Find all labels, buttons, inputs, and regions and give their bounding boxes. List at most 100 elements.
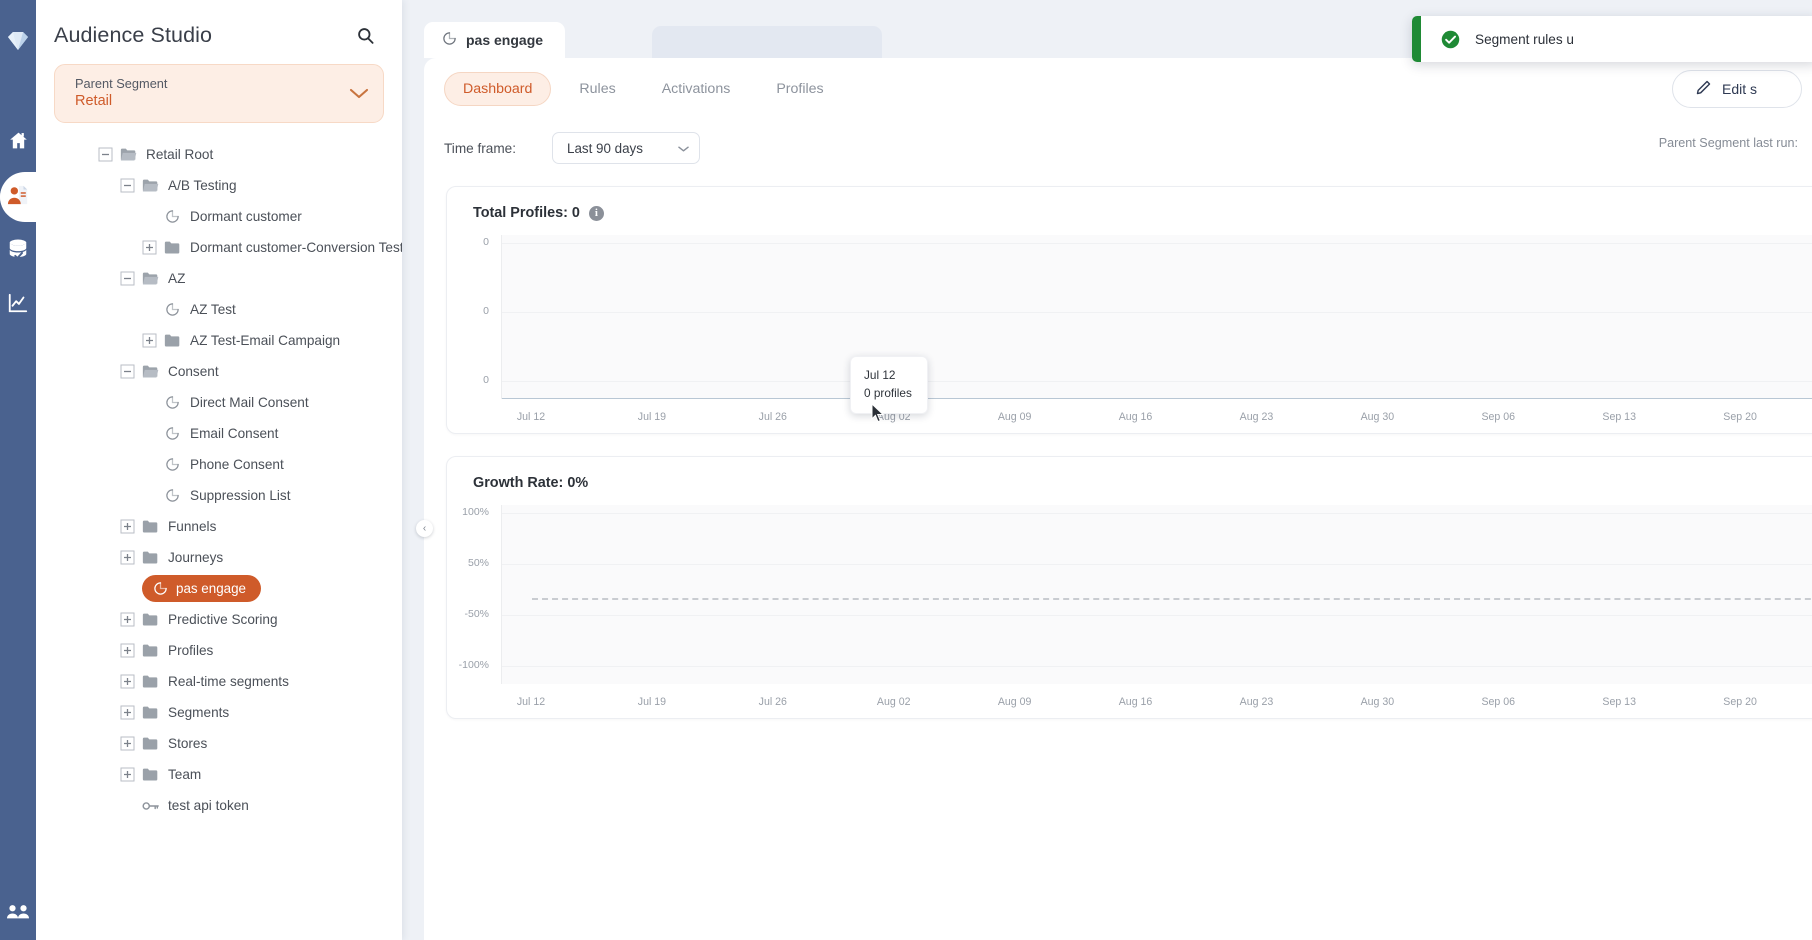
- rail-item-audience[interactable]: [0, 170, 42, 224]
- x-axis-tick: Aug 30: [1360, 411, 1395, 423]
- mouse-cursor: [871, 402, 885, 428]
- tree-item-label: Dormant customer: [190, 209, 302, 224]
- rail-item-analytics[interactable]: [0, 278, 36, 332]
- tree-item-journeys[interactable]: Journeys: [36, 542, 402, 573]
- segment-icon: [152, 580, 169, 597]
- folder-icon: [142, 611, 159, 628]
- tree-expand-icon[interactable]: [120, 674, 135, 689]
- x-axis-tick: Aug 23: [1239, 696, 1274, 708]
- grid-line: [502, 615, 1812, 616]
- time-frame-select[interactable]: Last 90 days: [552, 132, 701, 164]
- tree-item-label: Phone Consent: [190, 457, 284, 472]
- tree-collapse-icon[interactable]: [120, 364, 135, 379]
- parent-segment-last-run: Parent Segment last run:: [1658, 136, 1798, 150]
- tree-item-label: Profiles: [168, 643, 214, 658]
- document-tab-label: pas engage: [466, 32, 544, 48]
- total-profiles-title: Total Profiles: 0 i: [447, 205, 1812, 221]
- tree-expand-icon[interactable]: [120, 550, 135, 565]
- growth-rate-title: Growth Rate: 0%: [447, 475, 1812, 491]
- toast-notification[interactable]: Segment rules u: [1412, 16, 1812, 62]
- tree-item-az-test[interactable]: AZ Test: [36, 294, 402, 325]
- tree-collapse-icon[interactable]: [120, 178, 135, 193]
- segment-icon: [164, 208, 181, 225]
- tree-item-retail-root[interactable]: Retail Root: [36, 139, 402, 170]
- tree-expand-icon[interactable]: [120, 767, 135, 782]
- x-axis-tick: Jul 19: [637, 696, 667, 708]
- chart-plot-area: [501, 505, 1812, 684]
- home-icon: [8, 130, 29, 156]
- x-axis-tick: Aug 09: [997, 411, 1032, 423]
- tree-item-az[interactable]: AZ: [36, 263, 402, 294]
- tree-item-az-test-email-campaign[interactable]: AZ Test-Email Campaign: [36, 325, 402, 356]
- page-title: Audience Studio: [54, 22, 213, 47]
- tree-expand-icon[interactable]: [120, 519, 135, 534]
- dashboard-panel: Dashboard Rules Activations Profiles Edit s…: [416, 58, 1812, 940]
- rail-item-bottom[interactable]: [0, 886, 36, 940]
- selected-segment-pill[interactable]: pas engage: [142, 575, 261, 602]
- tree-expand-icon[interactable]: [120, 705, 135, 720]
- tree-item-phone-consent[interactable]: Phone Consent: [36, 449, 402, 480]
- rail-item-home[interactable]: [0, 116, 36, 170]
- tree-item-profiles[interactable]: Profiles: [36, 635, 402, 666]
- parent-segment-selector[interactable]: Parent Segment Retail: [54, 64, 384, 123]
- edit-segment-button[interactable]: Edit s: [1672, 70, 1802, 108]
- tree-item-predictive-scoring[interactable]: Predictive Scoring: [36, 604, 402, 635]
- tooltip-date: Jul 12: [864, 368, 896, 382]
- tree-item-dormant-customer-conversion-test[interactable]: Dormant customer-Conversion Test: [36, 232, 402, 263]
- tree-item-pas-engage[interactable]: pas engage: [36, 573, 402, 604]
- tree-item-funnels[interactable]: Funnels: [36, 511, 402, 542]
- tree-expand-icon[interactable]: [120, 643, 135, 658]
- total-profiles-card: Total Profiles: 0 i 0 0 0 Jul 12 Jul 19 Jul 2…: [446, 186, 1812, 434]
- app-logo[interactable]: [0, 14, 36, 72]
- x-axis-tick: Aug 16: [1118, 696, 1153, 708]
- tree-item-segments[interactable]: Segments: [36, 697, 402, 728]
- tree-item-label: A/B Testing: [168, 178, 237, 193]
- tree-item-team[interactable]: Team: [36, 759, 402, 790]
- tree-item-a-b-testing[interactable]: A/B Testing: [36, 170, 402, 201]
- total-profiles-chart[interactable]: 0 0 0 Jul 12 Jul 19 Jul 26 Aug 02 Aug 09 Aug 16 A…: [447, 235, 1812, 425]
- series-line: [502, 398, 1812, 399]
- tab-profiles[interactable]: Profiles: [758, 73, 841, 105]
- tree-expand-icon[interactable]: [142, 333, 157, 348]
- tree-expand-icon[interactable]: [120, 736, 135, 751]
- tree-item-label: pas engage: [176, 581, 246, 596]
- tree-item-real-time-segments[interactable]: Real-time segments: [36, 666, 402, 697]
- tree-item-test-api-token[interactable]: test api token: [36, 790, 402, 821]
- background-tab[interactable]: [652, 26, 882, 58]
- tree-collapse-icon[interactable]: [120, 271, 135, 286]
- growth-rate-chart[interactable]: 100% 50% -50% -100% Jul 12 Jul 19 Jul 26 Aug 02…: [447, 505, 1812, 710]
- tab-activations[interactable]: Activations: [644, 73, 749, 105]
- tree-item-dormant-customer[interactable]: Dormant customer: [36, 201, 402, 232]
- tab-rules[interactable]: Rules: [561, 73, 633, 105]
- sidebar-collapse-handle[interactable]: ‹: [416, 520, 433, 537]
- search-icon[interactable]: [352, 22, 378, 48]
- tree-expand-icon[interactable]: [120, 612, 135, 627]
- tab-dashboard[interactable]: Dashboard: [444, 72, 552, 106]
- tree-item-label: test api token: [168, 798, 249, 813]
- chevron-down-icon[interactable]: [349, 87, 369, 100]
- folder-open-icon: [142, 177, 159, 194]
- sidebar-header: Audience Studio: [36, 0, 402, 58]
- tree-item-label: AZ Test-Email Campaign: [190, 333, 341, 348]
- tree-item-stores[interactable]: Stores: [36, 728, 402, 759]
- tree-item-email-consent[interactable]: Email Consent: [36, 418, 402, 449]
- x-axis-tick: Aug 02: [876, 696, 911, 708]
- tree-item-direct-mail-consent[interactable]: Direct Mail Consent: [36, 387, 402, 418]
- toast-accent-bar: [1412, 16, 1421, 62]
- folder-icon: [142, 642, 159, 659]
- folder-icon: [142, 673, 159, 690]
- x-axis-tick: Aug 30: [1360, 696, 1395, 708]
- tree-item-suppression-list[interactable]: Suppression List: [36, 480, 402, 511]
- x-axis-tick: Aug 16: [1118, 411, 1153, 423]
- tree-item-label: Email Consent: [190, 426, 279, 441]
- document-tab-pas-engage[interactable]: pas engage: [424, 22, 566, 58]
- tree-expand-icon[interactable]: [142, 240, 157, 255]
- tree-collapse-icon[interactable]: [98, 147, 113, 162]
- info-icon[interactable]: i: [588, 205, 604, 221]
- toast-message: Segment rules u: [1475, 31, 1574, 47]
- time-frame-value: Last 90 days: [567, 140, 643, 156]
- segment-icon: [164, 394, 181, 411]
- folder-icon: [164, 332, 181, 349]
- rail-item-data[interactable]: [0, 224, 36, 278]
- tree-item-consent[interactable]: Consent: [36, 356, 402, 387]
